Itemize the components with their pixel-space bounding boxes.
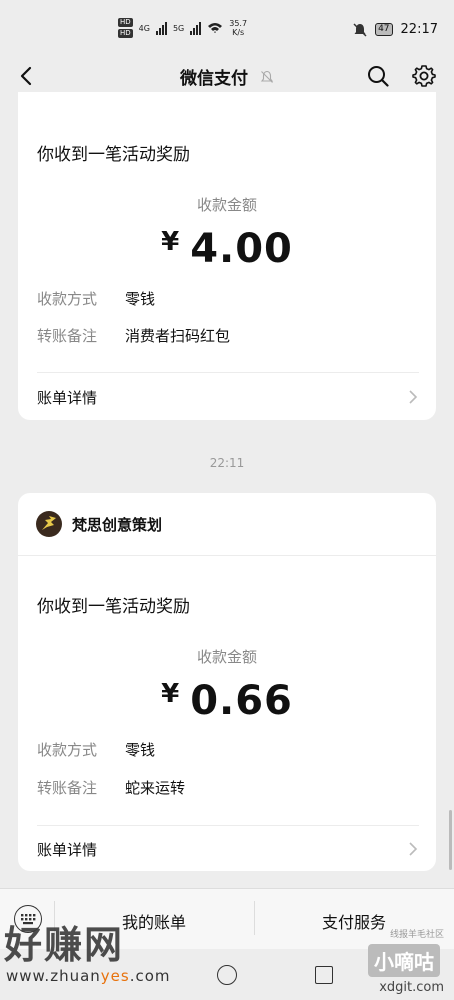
note-value: 消费者扫码红包 [125,327,231,345]
merchant-name[interactable]: 梵思创意策划 [72,514,162,535]
search-icon[interactable] [366,64,390,88]
watermark-url-2: xdgit.com [379,980,444,995]
wifi-icon [208,23,223,33]
payment-card-1[interactable]: 你收到一笔活动奖励 收款金额 ¥4.00 收款方式 零钱 转账备注 消费者扫码红… [18,92,436,420]
mute-bell-icon [353,22,367,37]
clock: 22:17 [400,22,438,37]
status-bar: HD HD 4G 5G 35.7 K/s 47 22:17 [0,0,454,56]
chevron-right-icon[interactable] [408,389,418,405]
watermark-url-part: .com [129,967,171,985]
method-label: 收款方式 [37,741,98,759]
scrollbar[interactable] [449,810,452,870]
network-speed: 35.7 K/s [229,19,247,37]
amount-label: 收款金额 [196,648,257,666]
amount: ¥0.66 [18,678,436,724]
chevron-right-icon[interactable] [408,841,418,857]
note-value: 蛇来运转 [125,779,186,797]
note-label: 转账备注 [37,327,98,345]
divider [18,555,436,556]
note-label: 转账备注 [37,779,98,797]
merchant-logo-icon [42,516,56,530]
method-value: 零钱 [125,290,156,308]
watermark-url: www.zhuanyes.com [6,967,171,985]
merchant-avatar [36,511,62,537]
nav-bar: 微信支付 [0,56,454,96]
hd-indicator: HD HD [118,18,133,38]
amount-value: 4.00 [190,226,293,272]
method-label: 收款方式 [37,290,98,308]
currency-symbol: ¥ [161,679,181,709]
divider [37,825,419,826]
recents-button-icon[interactable] [315,966,333,984]
currency-symbol: ¥ [161,227,181,257]
battery-icon: 47 [375,23,393,36]
home-button-icon[interactable] [217,965,237,985]
watermark-logo-2: 小嘀咕 [368,944,440,977]
card-title: 你收到一笔活动奖励 [37,597,190,617]
status-left: HD HD 4G 5G 35.7 K/s [118,18,247,38]
message-timestamp: 22:11 [209,456,245,470]
network-5g: 5G [172,23,185,33]
payment-card-2[interactable]: 梵思创意策划 你收到一笔活动奖励 收款金额 ¥0.66 收款方式 零钱 转账备注… [18,493,436,871]
watermark-logo: 好赚网 [4,923,125,967]
watermark-url-part: www.zhuan [6,967,101,985]
network-4g: 4G [138,23,150,33]
signal-icon [190,21,202,35]
title-text: 微信支付 [180,69,249,89]
signal-icon [155,21,167,35]
bill-detail-link[interactable]: 账单详情 [37,839,97,860]
hd-badge: HD [118,29,133,38]
speed-unit: K/s [232,28,245,37]
divider [37,372,419,373]
amount: ¥4.00 [18,226,436,272]
watermark-url-part: yes [100,967,130,985]
amount-value: 0.66 [190,678,293,724]
hd-badge: HD [118,18,133,27]
method-value: 零钱 [125,741,156,759]
bill-detail-link[interactable]: 账单详情 [37,387,97,408]
amount-label: 收款金额 [196,196,257,214]
speed-value: 35.7 [229,19,248,28]
status-right: 47 22:17 [353,22,438,37]
mute-bell-icon [260,70,274,83]
gear-icon[interactable] [412,64,436,88]
card-title: 你收到一笔活动奖励 [37,145,190,165]
watermark-tagline: 线报羊毛社区 [389,930,444,940]
